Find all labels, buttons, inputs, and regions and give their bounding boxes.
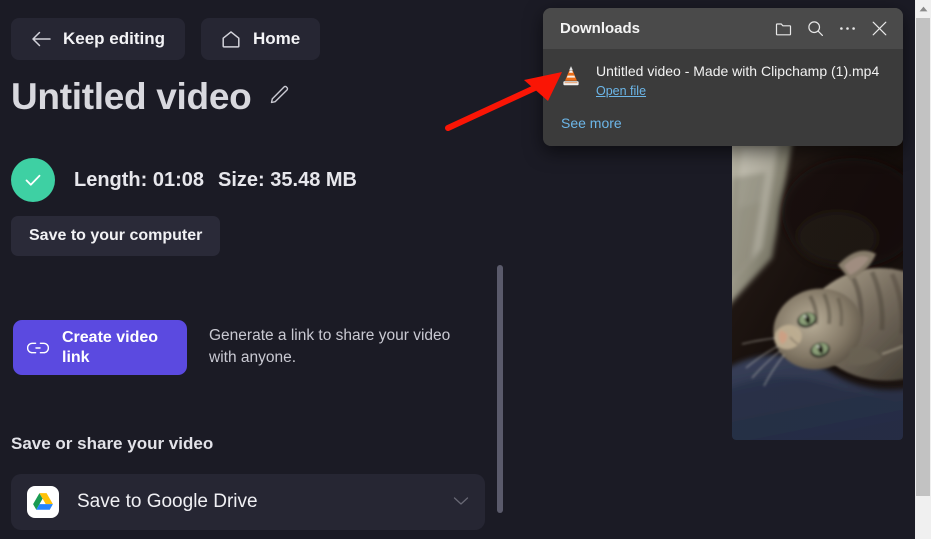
share-section-heading: Save or share your video bbox=[11, 434, 214, 453]
open-file-link[interactable]: Open file bbox=[596, 84, 646, 98]
keep-editing-button[interactable]: Keep editing bbox=[11, 18, 186, 60]
chain-link-icon bbox=[27, 341, 49, 355]
page-title: Untitled video bbox=[11, 76, 252, 117]
arrow-left-icon bbox=[31, 31, 51, 47]
page-title-row: Untitled video bbox=[11, 78, 291, 115]
downloads-title: Downloads bbox=[560, 20, 641, 37]
save-to-google-drive-label: Save to Google Drive bbox=[77, 491, 258, 512]
create-video-link-label: Create video link bbox=[62, 328, 158, 367]
downloads-popup-body: Untitled video - Made with Clipchamp (1)… bbox=[543, 49, 903, 146]
clipchamp-export-page: Keep editing Home Untitled video Length:… bbox=[0, 0, 931, 539]
video-preview-thumbnail[interactable] bbox=[732, 138, 903, 440]
save-to-google-drive-row[interactable]: Save to Google Drive bbox=[11, 474, 485, 530]
browser-scrollbar[interactable] bbox=[915, 0, 931, 539]
keep-editing-label: Keep editing bbox=[63, 29, 166, 48]
more-options-icon[interactable] bbox=[831, 13, 863, 45]
close-icon[interactable] bbox=[863, 13, 895, 45]
chevron-down-icon[interactable] bbox=[453, 493, 469, 511]
browser-scrollbar-thumb[interactable] bbox=[916, 18, 930, 496]
video-meta: Length: 01:08 Size: 35.48 MB bbox=[74, 169, 357, 192]
download-filename: Untitled video - Made with Clipchamp (1)… bbox=[596, 63, 880, 79]
top-navigation-bar: Keep editing Home bbox=[11, 18, 321, 60]
see-more-link[interactable]: See more bbox=[561, 115, 622, 131]
downloads-popup-header: Downloads bbox=[543, 8, 903, 49]
export-status-row: Length: 01:08 Size: 35.48 MB bbox=[11, 158, 357, 202]
pencil-icon[interactable] bbox=[267, 83, 291, 112]
downloads-popup: Downloads Untitled video - Made with Cli… bbox=[543, 8, 903, 146]
create-video-link-button[interactable]: Create video link bbox=[13, 320, 187, 376]
vlc-media-player-icon bbox=[561, 63, 583, 87]
panel-scrollbar-thumb[interactable] bbox=[497, 265, 503, 513]
home-button[interactable]: Home bbox=[201, 18, 321, 60]
home-label: Home bbox=[253, 29, 301, 48]
download-item[interactable]: Untitled video - Made with Clipchamp (1)… bbox=[543, 49, 903, 106]
save-to-computer-button[interactable]: Save to your computer bbox=[11, 216, 221, 256]
open-folder-icon[interactable] bbox=[767, 13, 799, 45]
create-video-link-row: Create video link Generate a link to sha… bbox=[13, 320, 471, 376]
scroll-up-arrow-icon[interactable] bbox=[915, 0, 931, 18]
check-circle-icon bbox=[11, 158, 55, 202]
create-link-line1: Create video bbox=[62, 329, 159, 346]
video-length: Length: 01:08 bbox=[74, 168, 205, 191]
video-size: Size: 35.48 MB bbox=[218, 168, 357, 191]
download-item-texts: Untitled video - Made with Clipchamp (1)… bbox=[596, 63, 887, 100]
create-video-link-description: Generate a link to share your video with… bbox=[209, 327, 451, 366]
google-drive-icon bbox=[27, 486, 59, 518]
search-icon[interactable] bbox=[799, 13, 831, 45]
create-link-line2: link bbox=[62, 348, 90, 366]
home-icon bbox=[221, 30, 241, 48]
